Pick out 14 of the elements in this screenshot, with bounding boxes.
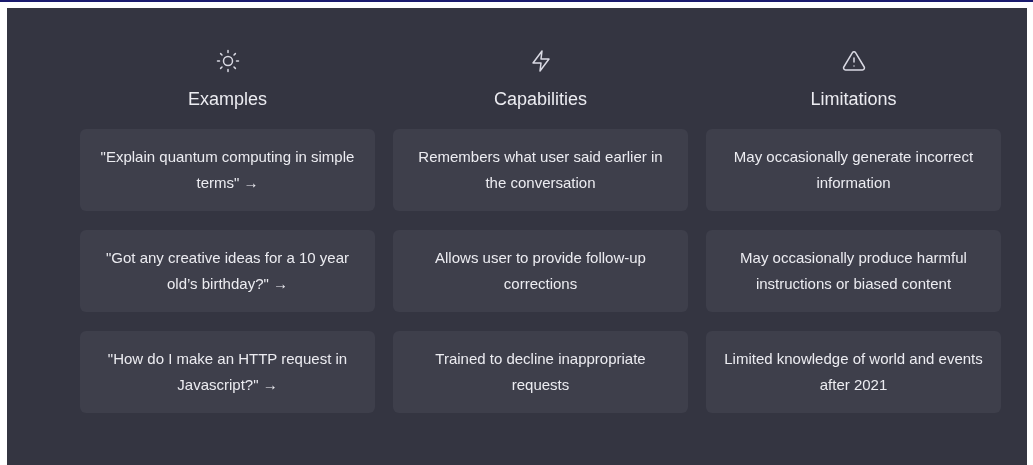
sun-icon <box>215 49 240 73</box>
info-card: May occasionally generate incorrect information <box>706 129 1001 211</box>
column-heading: Capabilities <box>493 88 588 111</box>
column-heading: Limitations <box>810 88 897 111</box>
info-card: Allows user to provide follow-up corrections <box>393 230 688 312</box>
warning-icon <box>841 49 866 73</box>
column-heading: Examples <box>188 88 267 111</box>
info-card: May occasionally produce harmful instructions or biased content <box>706 230 1001 312</box>
info-card: Trained to decline inappropriate requests <box>393 331 688 413</box>
example-prompt-button[interactable]: "How do I make an HTTP request in Javascript?" → <box>80 331 375 413</box>
example-prompt-button[interactable]: "Explain quantum computing in simple terms" → <box>80 129 375 211</box>
info-card: Remembers what user said earlier in the conversation <box>393 129 688 211</box>
info-card: Limited knowledge of world and events after 2021 <box>706 331 1001 413</box>
example-prompt-button[interactable]: "Got any creative ideas for a 10 year old’s birthday?" → <box>80 230 375 312</box>
